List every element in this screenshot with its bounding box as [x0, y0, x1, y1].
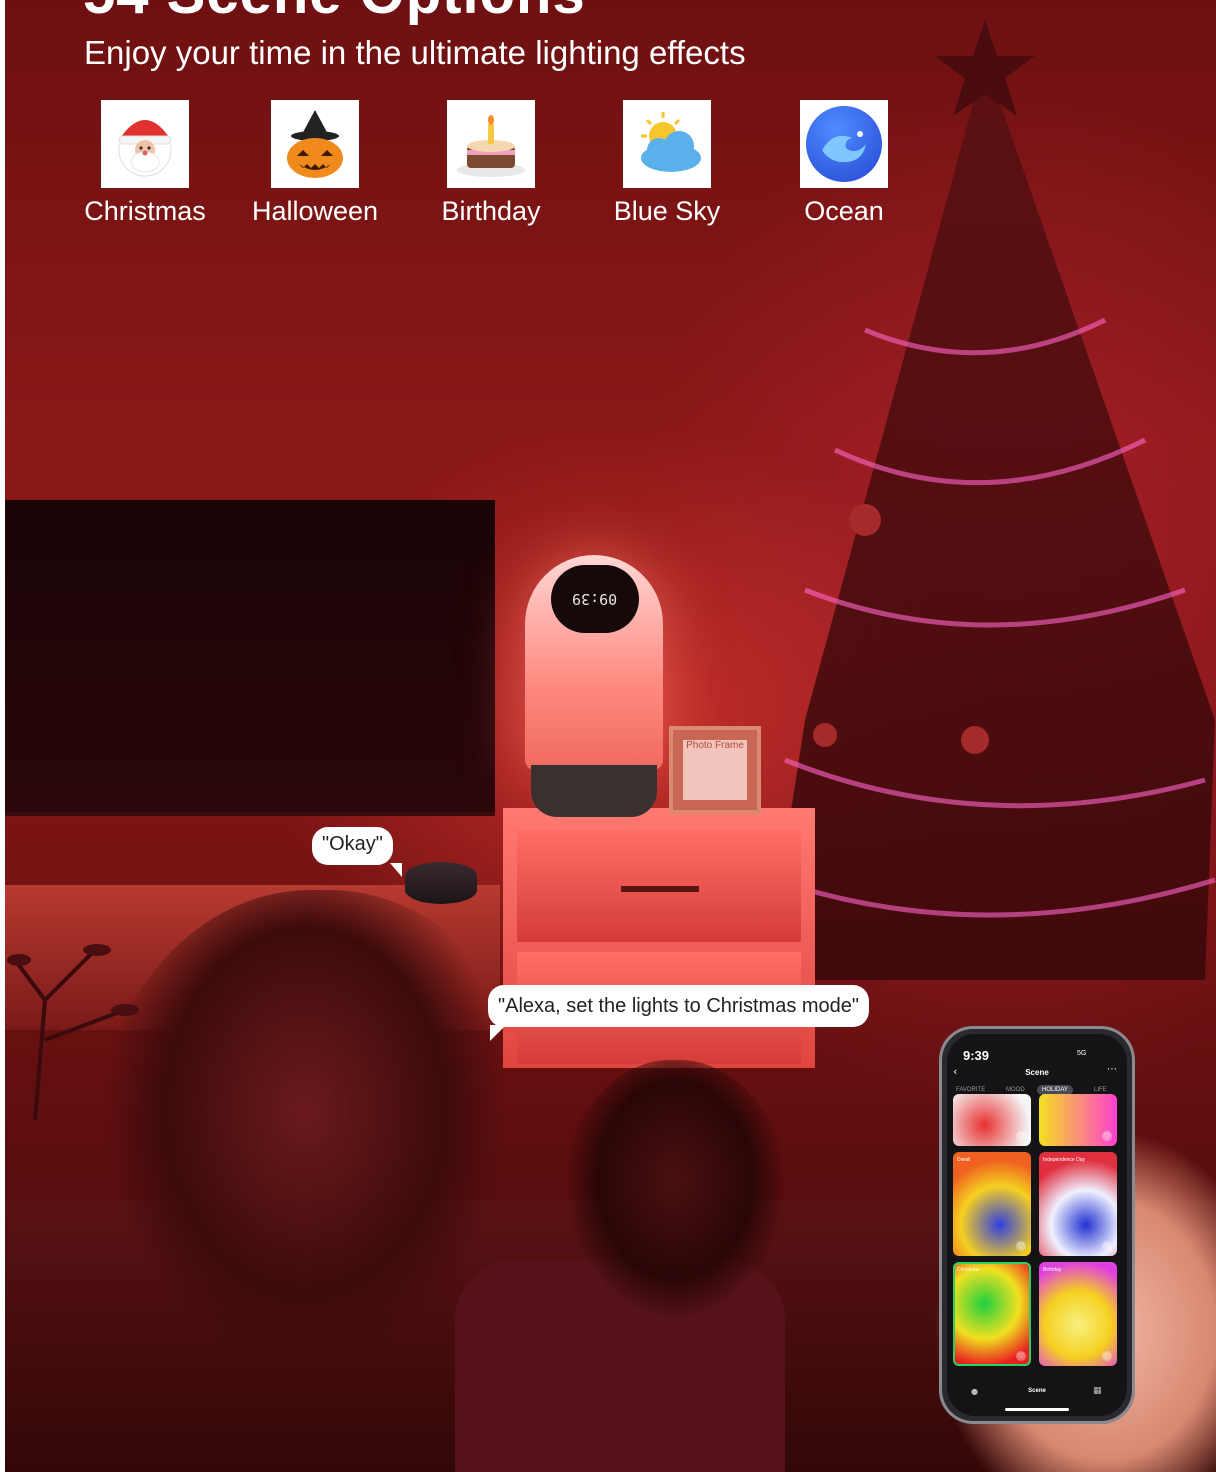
person-child	[545, 1060, 805, 1472]
heart-icon[interactable]: ♡	[1016, 1351, 1026, 1361]
heart-icon[interactable]: ♡	[1016, 1241, 1026, 1251]
lamp-body: 09:39	[525, 555, 663, 770]
smartphone: 9:39 5G ‹ Scene ⋯ FAVORITE MOOD HOLIDAY …	[939, 1026, 1135, 1424]
scene-option-label: Christmas	[84, 196, 206, 226]
speech-bubble-okay: "Okay"	[312, 827, 402, 877]
home-indicator[interactable]	[1005, 1408, 1069, 1411]
scene-option-label: Ocean	[804, 196, 884, 226]
heart-icon[interactable]: ♡	[1016, 1131, 1026, 1141]
lamp-display: 09:39	[551, 565, 639, 633]
more-icon[interactable]: ⋯	[1107, 1064, 1117, 1075]
headline: 54 Scene Options	[83, 0, 586, 27]
drawer-handle	[621, 886, 699, 892]
pumpkin-icon	[271, 100, 359, 188]
scene-tile[interactable]: ♡	[953, 1094, 1031, 1146]
scene-tile[interactable]: Independence Day ♡	[1039, 1152, 1117, 1256]
scene-option-label: Halloween	[251, 196, 379, 226]
photo-frame-text: Photo Frame	[683, 740, 747, 800]
dresser	[503, 808, 815, 1068]
subtitle: Enjoy your time in the ultimate lighting…	[84, 34, 746, 71]
scene-tile[interactable]: Diwali ♡	[953, 1152, 1031, 1256]
scene-option-label: Blue Sky	[613, 196, 721, 226]
photo-frame: Photo Frame	[669, 726, 761, 814]
scene-option-label: Birthday	[441, 196, 541, 226]
scene-option-christmas: Christmas	[60, 100, 230, 227]
status-network: 5G	[1077, 1050, 1087, 1057]
lamp-time: 09:39	[572, 590, 618, 608]
smart-speaker	[405, 862, 477, 904]
scene-tile-label: Birthday	[1043, 1267, 1062, 1273]
smart-lamp: 09:39	[525, 555, 663, 817]
speech-bubble-alexa: "Alexa, set the lights to Christmas mode…	[488, 985, 870, 1041]
status-time: 9:39	[963, 1048, 990, 1063]
scene-option-birthday: Birthday	[406, 100, 576, 227]
left-border	[0, 0, 5, 1472]
sun-cloud-icon	[623, 100, 711, 188]
scene-tile-label: Independence Day	[1043, 1157, 1085, 1163]
scene-option-blue-sky: Blue Sky	[582, 100, 752, 227]
heart-icon[interactable]: ♡	[1102, 1351, 1112, 1361]
heart-icon[interactable]: ♡	[1102, 1131, 1112, 1141]
scene-tile[interactable]: ♡	[1039, 1094, 1117, 1146]
scene-option-ocean: Ocean	[759, 100, 929, 227]
bottom-nav: ● Scene ▦	[947, 1384, 1127, 1416]
scene-tile-label: Christmas	[957, 1267, 980, 1273]
grid-icon[interactable]: ▦	[1093, 1386, 1102, 1396]
drawer	[517, 830, 801, 942]
wave-icon	[800, 100, 888, 188]
phone-screen: 9:39 5G ‹ Scene ⋯ FAVORITE MOOD HOLIDAY …	[947, 1034, 1127, 1416]
scene-tile-selected[interactable]: Christmas ♡	[953, 1262, 1031, 1366]
scene-tile-label: Diwali	[957, 1157, 971, 1163]
cake-icon	[447, 100, 535, 188]
product-scene: 09:39 Photo Frame 54 Scene Options Enjoy…	[5, 0, 1216, 1472]
screen-title: Scene	[1025, 1068, 1049, 1077]
heart-icon[interactable]: ♡	[1102, 1241, 1112, 1251]
scene-tile[interactable]: Birthday ♡	[1039, 1262, 1117, 1366]
television	[5, 500, 495, 816]
lamp-base	[531, 765, 657, 817]
santa-icon	[101, 100, 189, 188]
scene-option-halloween: Halloween	[230, 100, 400, 227]
